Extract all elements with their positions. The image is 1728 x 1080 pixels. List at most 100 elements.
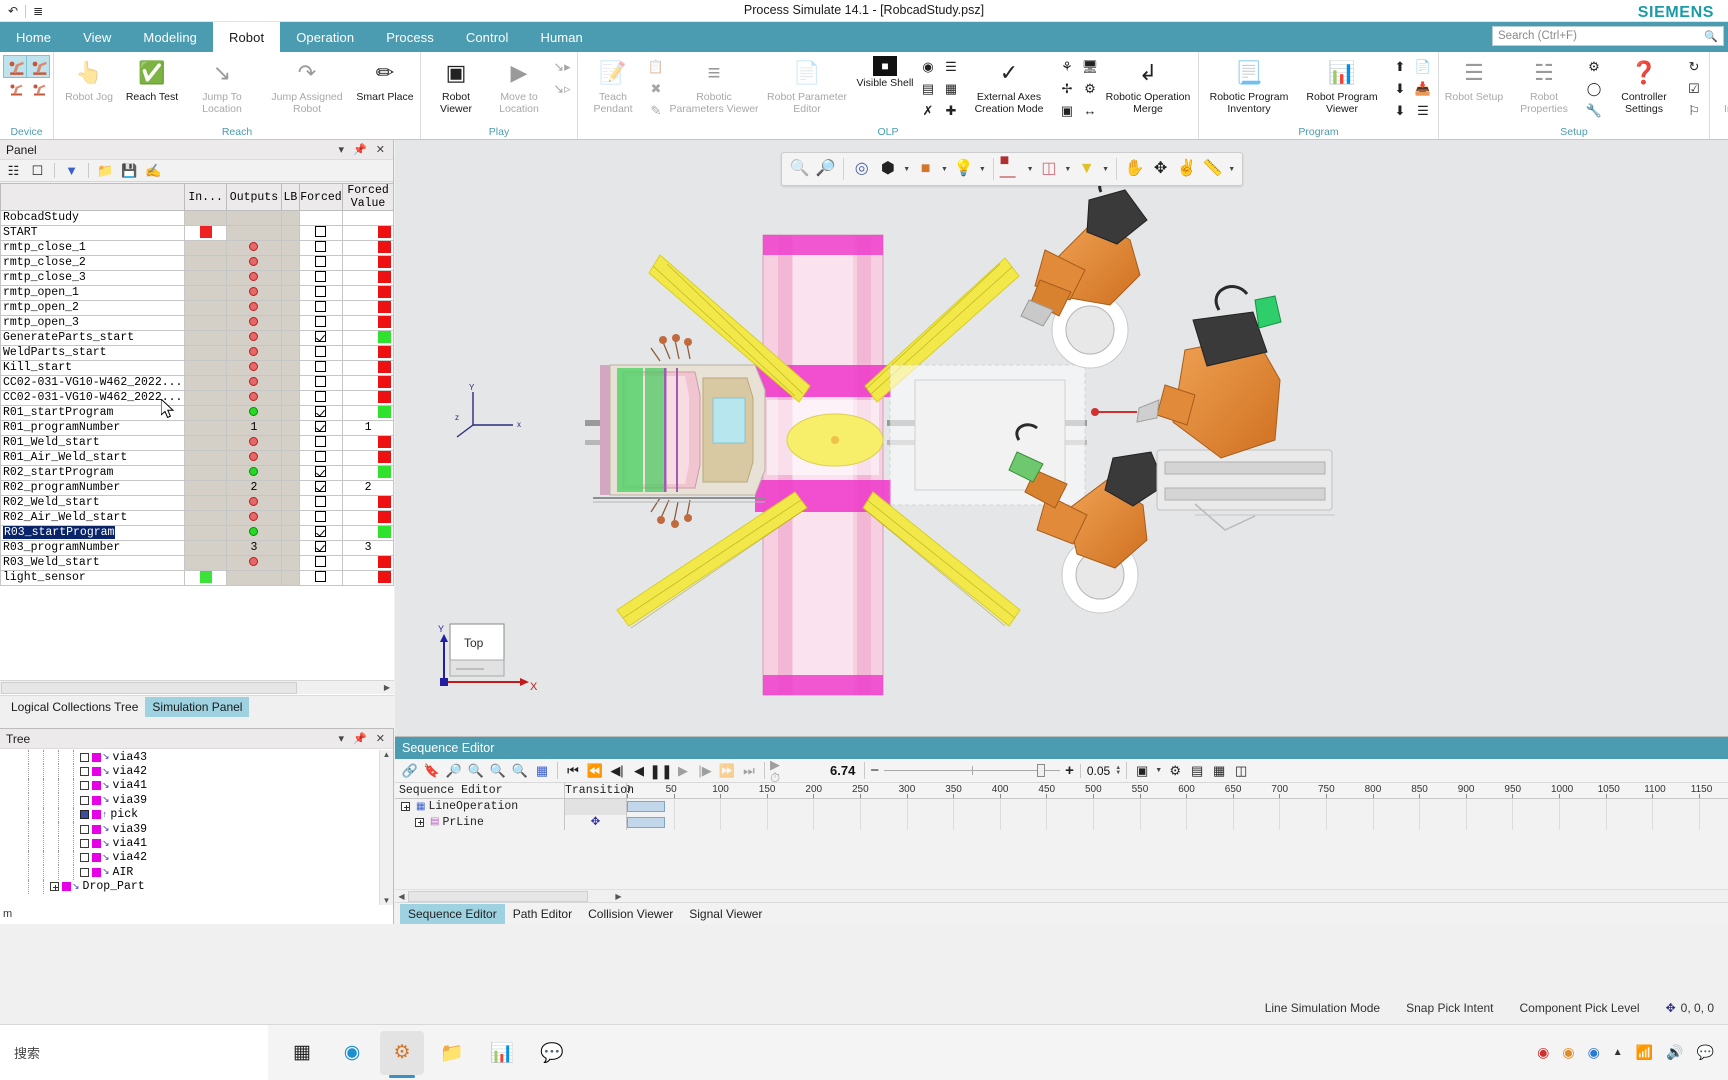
- signal-table-wrapper[interactable]: In... Outputs LB Forced Forced Value Rob…: [0, 183, 394, 696]
- forced-checkbox[interactable]: [315, 436, 327, 447]
- notification-icon[interactable]: 💬: [1697, 1044, 1714, 1061]
- list-item[interactable]: ↘ via39: [0, 793, 380, 808]
- cell-lb[interactable]: [281, 269, 300, 286]
- tab-simulation-panel[interactable]: Simulation Panel: [145, 697, 250, 717]
- robot-jog-button[interactable]: 👆 Robot Jog: [58, 54, 120, 104]
- cell-signal-name[interactable]: R03_startProgram: [0, 524, 186, 541]
- list-item[interactable]: ↘ via39: [0, 821, 380, 837]
- tree-expander[interactable]: [401, 802, 410, 812]
- sequence-col-name[interactable]: Sequence Editor: [395, 783, 565, 798]
- ribbon-tab-process[interactable]: Process: [370, 22, 450, 52]
- human-light-icon[interactable]: [26, 55, 50, 78]
- cell-signal-name[interactable]: rmtp_open_3: [0, 314, 186, 331]
- table-row[interactable]: GenerateParts_start: [0, 329, 394, 346]
- play-with-timer-icon[interactable]: ▶⏱: [770, 758, 790, 784]
- axes-attach-icon[interactable]: ⚘: [1056, 56, 1078, 77]
- robot-properties-button[interactable]: ☵ Robot Properties: [1506, 54, 1582, 116]
- col-name[interactable]: [0, 183, 186, 211]
- olp-param-copy-icon[interactable]: 📋: [645, 56, 667, 77]
- cell-signal-name[interactable]: Kill_start: [0, 359, 186, 376]
- list-item[interactable]: ↘ Drop_Part: [0, 879, 380, 894]
- cell-lb[interactable]: [281, 344, 300, 361]
- table-row[interactable]: rmtp_open_2: [0, 299, 394, 316]
- ribbon-tab-modeling[interactable]: Modeling: [127, 22, 213, 52]
- cell-forced-value[interactable]: [342, 554, 394, 571]
- cell-input[interactable]: [184, 269, 227, 286]
- close-icon[interactable]: ✕: [376, 732, 385, 745]
- search-icon[interactable]: 🔍: [1704, 30, 1718, 43]
- cell-input[interactable]: [184, 224, 227, 241]
- reach-test-button[interactable]: ✅ Reach Test: [121, 54, 183, 104]
- tree-checkbox[interactable]: [80, 781, 89, 791]
- tree-checkbox[interactable]: [80, 867, 89, 877]
- table-row[interactable]: ▦ LineOperation: [395, 799, 1728, 815]
- scroll-thumb[interactable]: [408, 890, 588, 902]
- cell-input[interactable]: [184, 299, 227, 316]
- cell-signal-name[interactable]: CC02-031-VG10-W462_2022...: [0, 389, 186, 406]
- pin-icon[interactable]: 📌: [353, 732, 367, 745]
- table-row[interactable]: R02_Air_Weld_start: [0, 509, 394, 526]
- forced-checkbox[interactable]: [315, 286, 327, 297]
- cell-lb[interactable]: [281, 494, 300, 511]
- list-item[interactable]: ↑ pick: [0, 807, 380, 822]
- table-row[interactable]: rmtp_close_2: [0, 254, 394, 271]
- cell-lb[interactable]: [281, 434, 300, 451]
- setup-tools-icon[interactable]: 🔧: [1583, 100, 1605, 121]
- cell-lb[interactable]: [281, 449, 300, 466]
- cell-output[interactable]: [225, 449, 283, 466]
- tab-logical-collections-tree[interactable]: Logical Collections Tree: [4, 697, 145, 717]
- select-all-icon[interactable]: ☷: [4, 162, 23, 180]
- zoom-area-icon[interactable]: 🔎: [814, 156, 837, 182]
- scroll-up-arrow[interactable]: ▲: [383, 750, 391, 759]
- cell-lb[interactable]: [281, 404, 300, 421]
- speed-decrease-button[interactable]: −: [870, 762, 879, 779]
- cell-forced-value[interactable]: [342, 464, 394, 481]
- tab-path-editor[interactable]: Path Editor: [505, 904, 580, 924]
- cell-input[interactable]: [184, 314, 227, 331]
- cell-lb[interactable]: [281, 329, 300, 346]
- chevron-down-icon[interactable]: ▼: [940, 166, 949, 173]
- tree-expander[interactable]: [415, 817, 424, 827]
- tree-checkbox[interactable]: [80, 767, 89, 777]
- step-back-start-icon[interactable]: ⏪: [585, 761, 605, 781]
- table-row[interactable]: START: [0, 224, 394, 241]
- play-icon[interactable]: ▶: [673, 761, 693, 781]
- cell-lb[interactable]: [281, 284, 300, 301]
- automatic-interference-button[interactable]: ✦ Automatic Interference: [1714, 54, 1728, 115]
- program-list-icon[interactable]: ☰: [1412, 100, 1434, 121]
- forced-checkbox[interactable]: [315, 406, 327, 417]
- cell-forced[interactable]: [298, 419, 344, 436]
- stepper-down[interactable]: ▼: [1115, 770, 1121, 776]
- chevron-up-icon[interactable]: ▲: [1613, 1047, 1623, 1058]
- axes-tool-icon[interactable]: ⚙: [1079, 78, 1101, 99]
- cell-forced[interactable]: [298, 329, 344, 346]
- cell-output[interactable]: [225, 314, 283, 331]
- cell-output[interactable]: [225, 374, 283, 391]
- speed-slider-track[interactable]: [884, 764, 1061, 777]
- table-row[interactable]: CC02-031-VG10-W462_2022...: [0, 374, 394, 391]
- zoom-fit-icon[interactable]: 🔍: [488, 761, 508, 781]
- program-export-icon[interactable]: 📥: [1412, 78, 1434, 99]
- search-input[interactable]: Search (Ctrl+F) 🔍: [1492, 26, 1724, 46]
- table-row[interactable]: rmtp_open_3: [0, 314, 394, 331]
- cell-input[interactable]: [184, 524, 227, 541]
- program-import-icon[interactable]: ⬇: [1389, 78, 1411, 99]
- shell-remove-icon[interactable]: ✗: [917, 100, 939, 121]
- forced-checkbox[interactable]: [315, 571, 327, 582]
- jog-up-icon[interactable]: ↘▸: [551, 56, 573, 77]
- cell-forced-value[interactable]: 2: [342, 479, 394, 496]
- human-pose-icon[interactable]: [3, 55, 27, 78]
- step-forward-icon[interactable]: |▶: [695, 761, 715, 781]
- cell-forced-value[interactable]: [342, 359, 394, 376]
- cell-signal-name[interactable]: R02_programNumber: [0, 479, 186, 496]
- cell-output[interactable]: [225, 269, 283, 286]
- table-row[interactable]: R01_startProgram: [0, 404, 394, 421]
- setup-refresh-icon[interactable]: ↻: [1683, 56, 1705, 77]
- cell-signal-name[interactable]: rmtp_open_1: [0, 284, 186, 301]
- tab-signal-viewer[interactable]: Signal Viewer: [681, 904, 770, 924]
- list-item[interactable]: ↘ via43: [0, 750, 380, 765]
- zoom-out-icon[interactable]: 🔍: [466, 761, 486, 781]
- setup-flag-icon[interactable]: ⚐: [1683, 100, 1705, 121]
- cell-lb[interactable]: [281, 419, 300, 436]
- cell-forced[interactable]: [298, 314, 344, 331]
